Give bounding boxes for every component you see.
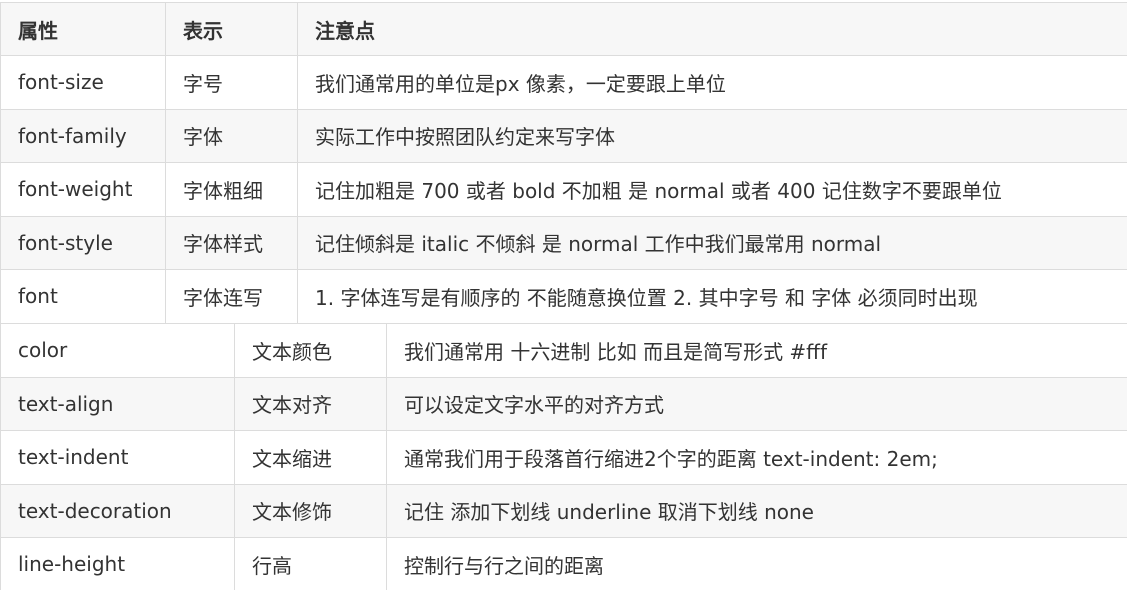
property-cell: font [0,269,166,324]
notes-cell: 我们通常用 十六进制 比如 而且是简写形式 #fff [386,323,1127,378]
table-row: text-decoration 文本修饰 记住 添加下划线 underline … [0,483,1127,538]
property-cell: line-height [0,537,235,590]
table-row: font-style 字体样式 记住倾斜是 italic 不倾斜 是 norma… [0,215,1127,270]
notes-cell: 记住倾斜是 italic 不倾斜 是 normal 工作中我们最常用 norma… [297,215,1127,270]
css-properties-tables: 属性 表示 注意点 font-size 字号 我们通常用的单位是px 像素，一定… [0,0,1127,590]
notes-cell: 我们通常用的单位是px 像素，一定要跟上单位 [297,55,1127,110]
table-row: font-family 字体 实际工作中按照团队约定来写字体 [0,108,1127,163]
notes-cell: 通常我们用于段落首行缩进2个字的距离 text-indent: 2em; [386,430,1127,485]
notes-cell: 可以设定文字水平的对齐方式 [386,376,1127,431]
meaning-cell: 字体样式 [165,215,298,270]
text-properties-table: color 文本颜色 我们通常用 十六进制 比如 而且是简写形式 #fff te… [0,323,1127,590]
meaning-cell: 行高 [234,537,387,590]
notes-cell: 记住加粗是 700 或者 bold 不加粗 是 normal 或者 400 记住… [297,162,1127,217]
meaning-cell: 字体 [165,108,298,163]
notes-cell: 记住 添加下划线 underline 取消下划线 none [386,483,1127,538]
table-row: font-size 字号 我们通常用的单位是px 像素，一定要跟上单位 [0,55,1127,110]
table-row: text-indent 文本缩进 通常我们用于段落首行缩进2个字的距离 text… [0,430,1127,485]
property-cell: text-decoration [0,483,235,538]
property-cell: font-family [0,108,166,163]
notes-cell: 1. 字体连写是有顺序的 不能随意换位置 2. 其中字号 和 字体 必须同时出现 [297,269,1127,324]
header-meaning: 表示 [165,2,298,56]
meaning-cell: 文本缩进 [234,430,387,485]
notes-cell: 控制行与行之间的距离 [386,537,1127,590]
property-cell: text-indent [0,430,235,485]
meaning-cell: 文本颜色 [234,323,387,378]
property-cell: font-size [0,55,166,110]
property-cell: text-align [0,376,235,431]
font-properties-table: 属性 表示 注意点 font-size 字号 我们通常用的单位是px 像素，一定… [0,2,1127,324]
table-row: font 字体连写 1. 字体连写是有顺序的 不能随意换位置 2. 其中字号 和… [0,269,1127,324]
property-cell: font-weight [0,162,166,217]
meaning-cell: 文本修饰 [234,483,387,538]
meaning-cell: 字号 [165,55,298,110]
header-notes: 注意点 [297,2,1127,56]
property-cell: font-style [0,215,166,270]
table-row: line-height 行高 控制行与行之间的距离 [0,537,1127,590]
property-cell: color [0,323,235,378]
table-row: font-weight 字体粗细 记住加粗是 700 或者 bold 不加粗 是… [0,162,1127,217]
meaning-cell: 文本对齐 [234,376,387,431]
meaning-cell: 字体粗细 [165,162,298,217]
table-header-row: 属性 表示 注意点 [0,2,1127,56]
table-row: color 文本颜色 我们通常用 十六进制 比如 而且是简写形式 #fff [0,323,1127,378]
header-property: 属性 [0,2,166,56]
meaning-cell: 字体连写 [165,269,298,324]
notes-cell: 实际工作中按照团队约定来写字体 [297,108,1127,163]
table-row: text-align 文本对齐 可以设定文字水平的对齐方式 [0,376,1127,431]
